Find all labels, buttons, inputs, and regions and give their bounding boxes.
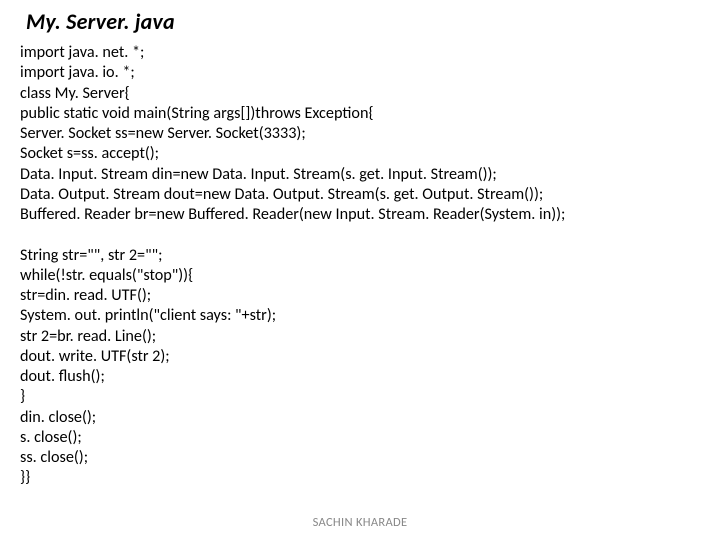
footer-author: SACHIN KHARADE <box>0 515 720 530</box>
page-title: My. Server. java <box>20 8 700 35</box>
slide: My. Server. java import java. net. *; im… <box>0 0 720 540</box>
code-block: import java. net. *; import java. io. *;… <box>20 43 700 489</box>
